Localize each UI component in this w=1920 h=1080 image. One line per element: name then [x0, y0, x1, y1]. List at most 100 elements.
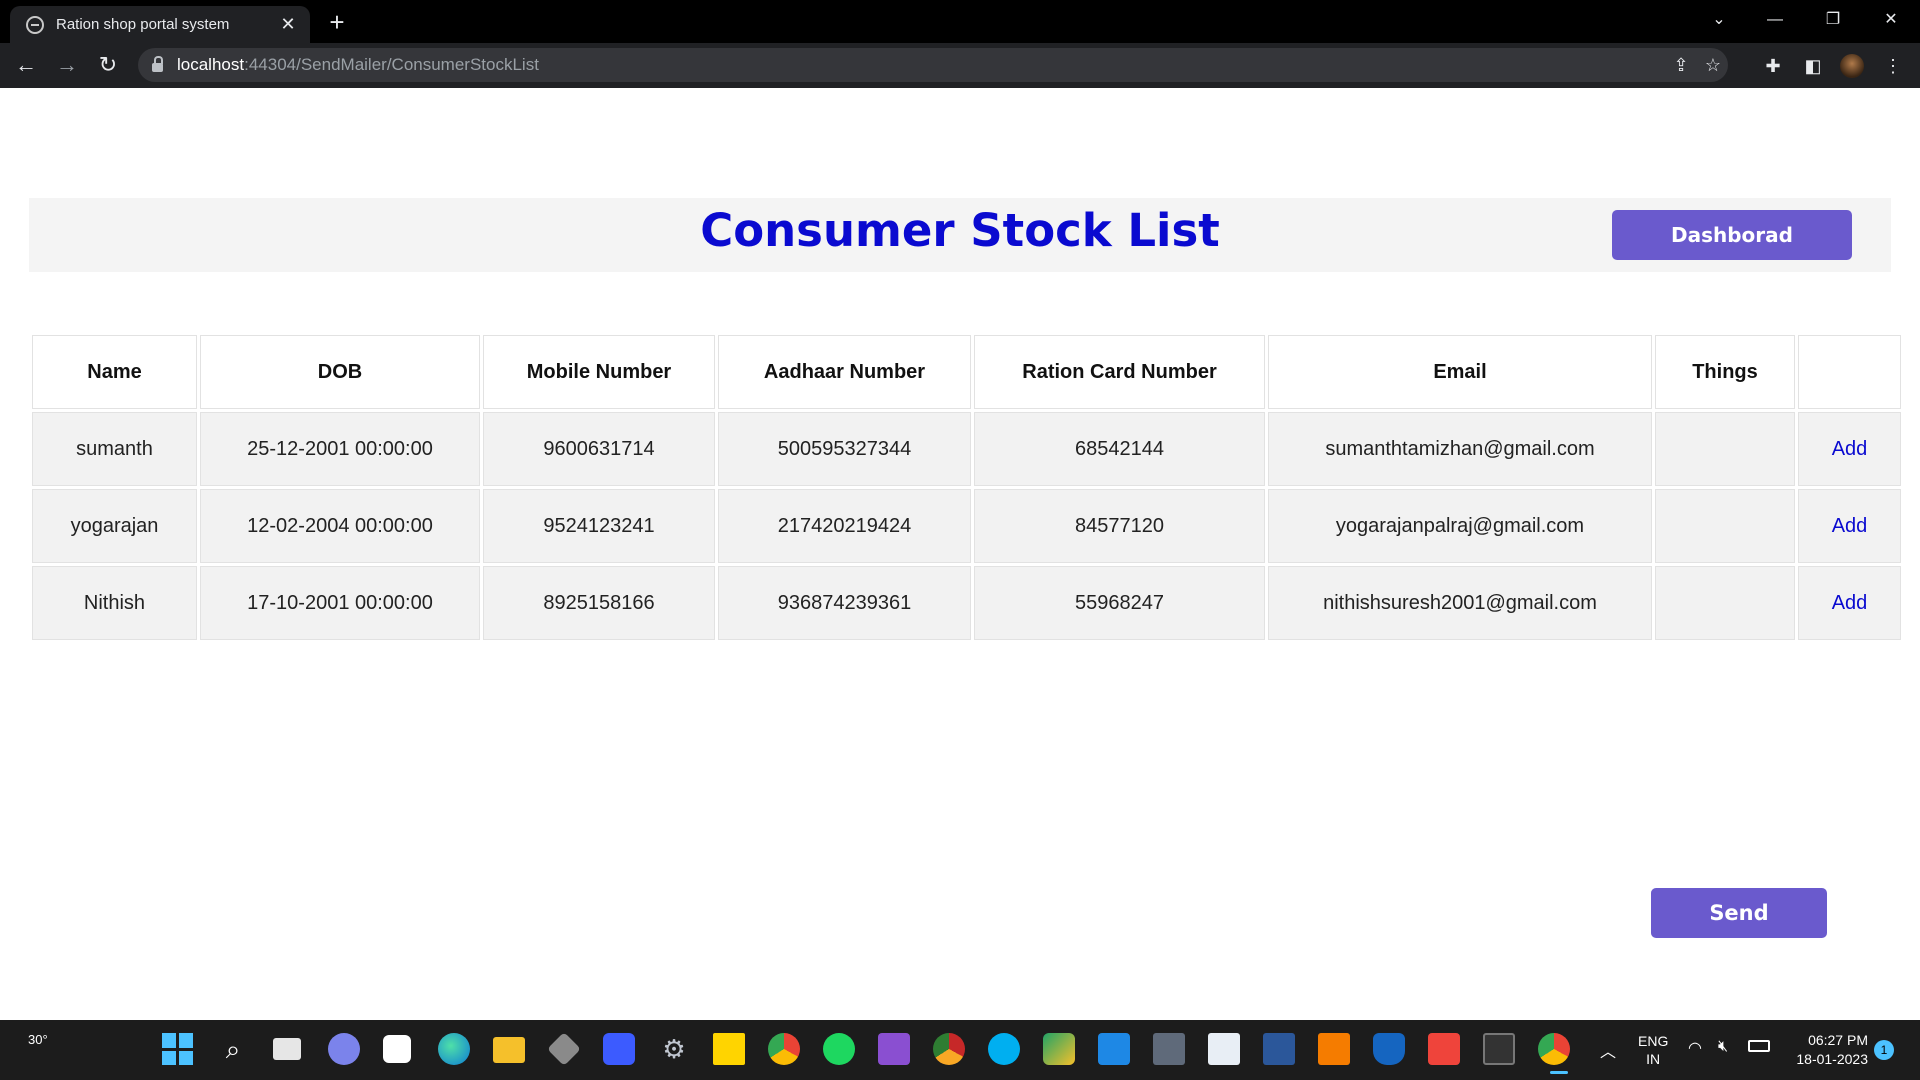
volume-muted-icon[interactable]: 🔇︎: [1718, 1038, 1728, 1056]
chrome-icon[interactable]: [768, 1033, 800, 1065]
header-aadhaar: Aadhaar Number: [718, 335, 971, 409]
vscode-icon[interactable]: [1098, 1033, 1130, 1065]
cell-email: sumanthtamizhan@gmail.com: [1268, 412, 1652, 486]
forward-button[interactable]: →: [51, 49, 83, 81]
minimize-button[interactable]: —: [1752, 0, 1798, 40]
office-icon[interactable]: [1318, 1033, 1350, 1065]
cell-aadhaar: 936874239361: [718, 566, 971, 640]
table-header-row: Name DOB Mobile Number Aadhaar Number Ra…: [32, 335, 1901, 409]
cell-things: [1655, 412, 1795, 486]
clock-time: 06:27 PM: [1808, 1032, 1868, 1048]
windows-start-icon[interactable]: [162, 1033, 194, 1065]
notepad-icon[interactable]: [1208, 1033, 1240, 1065]
cell-action: Add: [1798, 412, 1901, 486]
excel-icon[interactable]: [1043, 1033, 1075, 1065]
header-bar: Consumer Stock List Dashborad: [29, 198, 1891, 272]
terminal-icon[interactable]: [1483, 1033, 1515, 1065]
cell-mobile: 8925158166: [483, 566, 715, 640]
metatrader-icon[interactable]: [603, 1033, 635, 1065]
clock[interactable]: 06:27 PM 18-01-2023: [1788, 1031, 1868, 1069]
cell-ration-card: 55968247: [974, 566, 1265, 640]
url-host: localhost: [177, 55, 245, 74]
cell-name: sumanth: [32, 412, 197, 486]
add-link[interactable]: Add: [1832, 515, 1868, 537]
language-indicator[interactable]: ENG IN: [1638, 1032, 1668, 1068]
add-link[interactable]: Add: [1832, 438, 1868, 460]
chrome-active-icon[interactable]: [1538, 1033, 1570, 1065]
page-content: Consumer Stock List Dashborad Name DOB M…: [0, 88, 1920, 1020]
bookmark-star-icon[interactable]: ☆: [1698, 48, 1728, 82]
settings-gear-icon[interactable]: ⚙: [658, 1033, 690, 1065]
edge-icon[interactable]: [438, 1033, 470, 1065]
cell-action: Add: [1798, 489, 1901, 563]
store-icon[interactable]: [383, 1035, 411, 1063]
side-panel-icon[interactable]: ◧: [1798, 51, 1828, 81]
close-window-button[interactable]: ✕: [1868, 0, 1914, 40]
language-region: IN: [1646, 1051, 1661, 1067]
send-button[interactable]: Send: [1651, 888, 1827, 938]
cell-dob: 25-12-2001 00:00:00: [200, 412, 480, 486]
address-bar[interactable]: localhost:44304/SendMailer/ConsumerStock…: [138, 48, 1728, 82]
defender-icon[interactable]: [1373, 1033, 1405, 1065]
cell-email: yogarajanpalraj@gmail.com: [1268, 489, 1652, 563]
close-tab-icon[interactable]: ✕: [278, 14, 298, 35]
tab-search-icon[interactable]: ⌄: [1696, 0, 1742, 40]
dashboard-button[interactable]: Dashborad: [1612, 210, 1852, 260]
cell-aadhaar: 217420219424: [718, 489, 971, 563]
table-row: sumanth 25-12-2001 00:00:00 9600631714 5…: [32, 412, 1901, 486]
back-button[interactable]: ←: [10, 49, 42, 81]
table-row: Nithish 17-10-2001 00:00:00 8925158166 9…: [32, 566, 1901, 640]
header-dob: DOB: [200, 335, 480, 409]
sticky-notes-icon[interactable]: [713, 1033, 745, 1065]
calculator-icon[interactable]: [1153, 1033, 1185, 1065]
consumer-stock-table: Name DOB Mobile Number Aadhaar Number Ra…: [29, 332, 1904, 643]
teams-icon[interactable]: [328, 1033, 360, 1065]
weather-widget[interactable]: 30°: [28, 1032, 48, 1047]
word-icon[interactable]: [1263, 1033, 1295, 1065]
new-tab-button[interactable]: +: [322, 8, 352, 38]
taskbar: 30° ⌕ ⚙ ︿ ENG IN ◠ 🔇︎ 06:27 PM 18-01-202…: [0, 1020, 1920, 1080]
cell-dob: 17-10-2001 00:00:00: [200, 566, 480, 640]
cell-mobile: 9524123241: [483, 489, 715, 563]
spotify-icon[interactable]: [823, 1033, 855, 1065]
share-icon[interactable]: ⇪: [1666, 48, 1696, 82]
reload-button[interactable]: ↻: [92, 49, 124, 81]
wifi-icon[interactable]: ◠: [1688, 1038, 1702, 1058]
menu-kebab-icon[interactable]: ⋮: [1878, 51, 1908, 81]
cell-things: [1655, 566, 1795, 640]
cell-action: Add: [1798, 566, 1901, 640]
chrome-canary-icon[interactable]: [933, 1033, 965, 1065]
cell-mobile: 9600631714: [483, 412, 715, 486]
chevron-up-icon[interactable]: ︿: [1600, 1038, 1616, 1062]
task-view-icon[interactable]: [273, 1038, 301, 1060]
header-ration-card: Ration Card Number: [974, 335, 1265, 409]
restore-button[interactable]: ❐: [1810, 0, 1856, 40]
battery-icon[interactable]: [1748, 1040, 1770, 1052]
profile-avatar[interactable]: [1840, 54, 1864, 78]
browser-tab[interactable]: Ration shop portal system ✕: [10, 6, 310, 43]
cell-email: nithishsuresh2001@gmail.com: [1268, 566, 1652, 640]
extensions-icon[interactable]: ✚: [1758, 51, 1788, 81]
skype-icon[interactable]: [988, 1033, 1020, 1065]
cell-dob: 12-02-2004 00:00:00: [200, 489, 480, 563]
anydesk-icon[interactable]: [1428, 1033, 1460, 1065]
lock-icon[interactable]: [152, 56, 163, 72]
file-explorer-icon[interactable]: [493, 1037, 525, 1063]
browser-tab-strip: Ration shop portal system ✕ + ⌄ — ❐ ✕: [0, 0, 1920, 43]
unity-icon[interactable]: [547, 1032, 581, 1066]
cell-aadhaar: 500595327344: [718, 412, 971, 486]
globe-icon: [26, 15, 44, 34]
header-name: Name: [32, 335, 197, 409]
cell-ration-card: 84577120: [974, 489, 1265, 563]
cell-name: Nithish: [32, 566, 197, 640]
table-row: yogarajan 12-02-2004 00:00:00 9524123241…: [32, 489, 1901, 563]
language-code: ENG: [1638, 1033, 1669, 1049]
url-path: :44304/SendMailer/ConsumerStockList: [244, 55, 539, 74]
search-icon[interactable]: ⌕: [217, 1033, 249, 1065]
header-email: Email: [1268, 335, 1652, 409]
cell-name: yogarajan: [32, 489, 197, 563]
header-things: Things: [1655, 335, 1795, 409]
add-link[interactable]: Add: [1832, 592, 1868, 614]
notification-badge[interactable]: 1: [1874, 1040, 1894, 1060]
visual-studio-icon[interactable]: [878, 1033, 910, 1065]
